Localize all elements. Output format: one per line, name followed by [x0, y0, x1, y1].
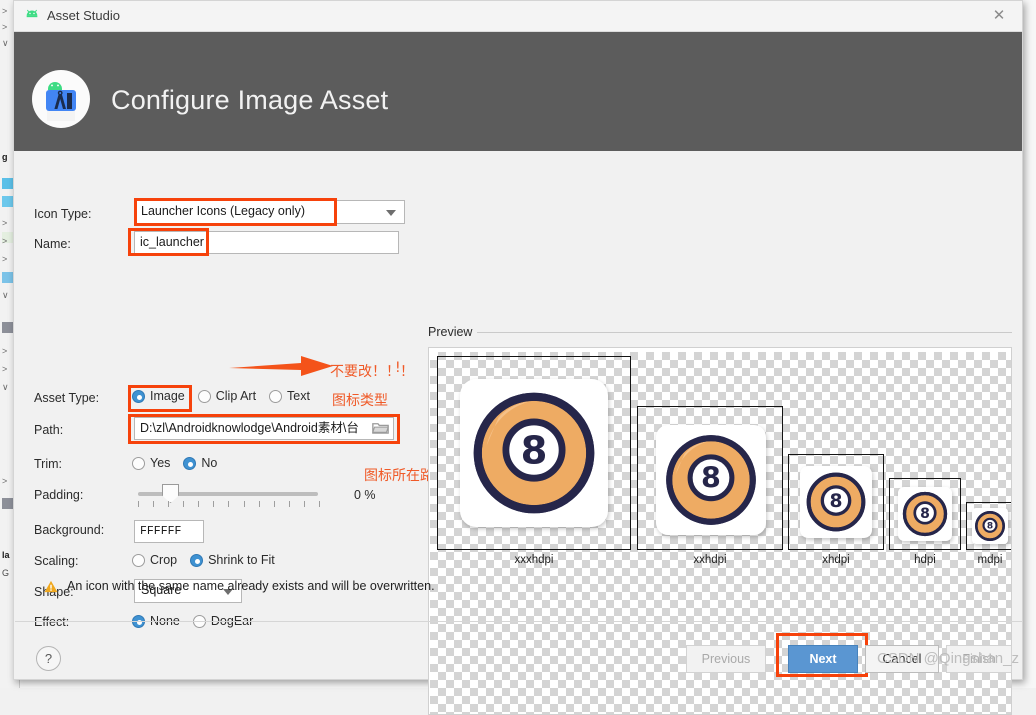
chevron-right-icon[interactable]: >: [2, 236, 7, 246]
radio-selected-icon[interactable]: [132, 389, 145, 403]
scaling-option-shrink-label: Shrink to Fit: [208, 553, 275, 567]
svg-text:8: 8: [701, 461, 721, 495]
icon-card: 8: [898, 487, 952, 541]
chevron-down-icon[interactable]: [386, 210, 396, 216]
icon-card: 8: [656, 425, 766, 535]
folder-icon[interactable]: [372, 421, 389, 435]
chevron-right-icon[interactable]: >: [2, 22, 7, 32]
padding-label: Padding:: [34, 488, 84, 502]
asset-studio-dialog: Asset Studio ✕ Configure Image Asset Ico…: [13, 0, 1023, 715]
svg-text:8: 8: [829, 491, 842, 512]
scaling-option-crop[interactable]: Crop: [132, 553, 177, 567]
asset-type-option-clipart-label: Clip Art: [215, 389, 257, 403]
name-annotation-extra: !: [395, 360, 401, 376]
name-input[interactable]: ic_launcher: [134, 231, 399, 254]
orange-eight-ball-icon: 8: [902, 491, 948, 537]
radio-unselected-icon[interactable]: [197, 389, 211, 403]
dialog-title: Asset Studio: [47, 8, 120, 23]
svg-text:8: 8: [920, 506, 930, 522]
previous-button[interactable]: Previous: [686, 645, 766, 673]
dialog-body: Icon Type: Launcher Icons (Legacy only) …: [14, 151, 1022, 715]
effect-label: Effect:: [34, 615, 70, 629]
warning-triangle-icon: [44, 580, 58, 592]
asset-type-option-clipart[interactable]: Clip Art: [197, 389, 257, 403]
density-label-xxhdpi: xxhdpi: [693, 554, 727, 566]
radio-unselected-icon[interactable]: [132, 553, 145, 567]
asset-type-radiogroup[interactable]: Image Clip Art Text: [132, 389, 323, 403]
scaling-label: Scaling:: [34, 554, 79, 568]
icon-card: 8: [800, 466, 872, 538]
watermark: CSDN @Qingshan_z: [877, 650, 1019, 667]
chevron-down-icon[interactable]: ∨: [2, 382, 9, 392]
trim-option-no[interactable]: No: [183, 456, 217, 470]
asset-type-option-image-label: Image: [150, 389, 185, 403]
trim-option-yes-label: Yes: [150, 456, 171, 470]
icon-type-value: Launcher Icons (Legacy only): [141, 204, 305, 218]
name-annotation-note: 不要改！！！: [330, 364, 414, 380]
background-label: Background:: [34, 523, 105, 537]
icon-card: 8: [460, 379, 608, 527]
chevron-right-icon[interactable]: >: [2, 218, 7, 228]
chevron-right-icon[interactable]: >: [2, 6, 7, 16]
radio-unselected-icon[interactable]: [269, 389, 283, 403]
page-title: Configure Image Asset: [111, 85, 389, 115]
svg-text:8: 8: [521, 428, 548, 473]
orange-eight-ball-icon: 8: [666, 435, 756, 525]
radio-selected-icon[interactable]: [183, 456, 197, 470]
density-label-xhdpi: xhdpi: [822, 554, 850, 566]
icon-type-dropdown[interactable]: Launcher Icons (Legacy only): [134, 200, 405, 224]
asset-type-label: Asset Type:: [34, 391, 100, 405]
trim-option-yes[interactable]: Yes: [132, 456, 170, 470]
warning-message: An icon with the same name already exist…: [44, 579, 435, 593]
density-label-xxxhdpi: xxxhdpi: [514, 554, 554, 566]
svg-text:8: 8: [987, 522, 993, 532]
preview-section-label: Preview: [428, 325, 478, 339]
scaling-option-shrink[interactable]: Shrink to Fit: [190, 553, 275, 567]
trim-radiogroup[interactable]: Yes No: [132, 456, 230, 470]
orange-eight-ball-icon: 8: [975, 511, 1005, 541]
orange-eight-ball-icon: 8: [473, 392, 595, 514]
chevron-down-icon[interactable]: ∨: [2, 290, 9, 300]
right-arrow-annotation: [229, 356, 333, 376]
asset-type-option-text-label: Text: [287, 389, 310, 403]
density-label-mdpi: mdpi: [977, 554, 1003, 566]
icon-card: 8: [972, 508, 1008, 544]
icon-type-label: Icon Type:: [34, 207, 92, 221]
asset-type-option-text[interactable]: Text: [269, 389, 310, 403]
radio-selected-icon[interactable]: [190, 553, 204, 567]
path-input[interactable]: D:\zl\Androidknowlodge\Android素材\台: [134, 417, 394, 440]
dialog-header: Configure Image Asset: [14, 32, 1022, 151]
background-color-input[interactable]: FFFFFF: [134, 520, 204, 543]
dialog-titlebar: Asset Studio ✕: [14, 1, 1022, 32]
trim-option-no-label: No: [201, 456, 218, 470]
trim-label: Trim:: [34, 457, 62, 471]
asset-type-annotation-note: 图标类型: [332, 393, 388, 409]
scaling-option-crop-label: Crop: [150, 553, 178, 567]
path-label: Path:: [34, 423, 64, 437]
next-button[interactable]: Next: [788, 645, 858, 673]
orange-eight-ball-icon: 8: [806, 472, 866, 532]
preview-divider: [428, 332, 1012, 333]
padding-value: 0 %: [354, 488, 376, 502]
footer-divider: [15, 621, 1023, 622]
android-studio-icon: [32, 70, 90, 128]
chevron-right-icon[interactable]: >: [2, 346, 7, 356]
padding-slider-ticks: [138, 501, 320, 508]
chevron-right-icon[interactable]: >: [2, 364, 7, 374]
help-button[interactable]: ?: [36, 646, 61, 671]
android-bug-icon: [26, 9, 38, 18]
warning-text: An icon with the same name already exist…: [67, 579, 435, 593]
chevron-down-icon[interactable]: ∨: [2, 38, 9, 48]
radio-unselected-icon[interactable]: [132, 456, 145, 470]
scaling-radiogroup[interactable]: Crop Shrink to Fit: [132, 553, 288, 567]
chevron-right-icon[interactable]: >: [2, 476, 7, 486]
chevron-right-icon[interactable]: >: [2, 254, 7, 264]
asset-type-option-image[interactable]: Image: [132, 389, 185, 403]
name-label: Name:: [34, 237, 71, 251]
density-label-hdpi: hdpi: [914, 554, 936, 566]
close-icon[interactable]: ✕: [984, 5, 1014, 27]
